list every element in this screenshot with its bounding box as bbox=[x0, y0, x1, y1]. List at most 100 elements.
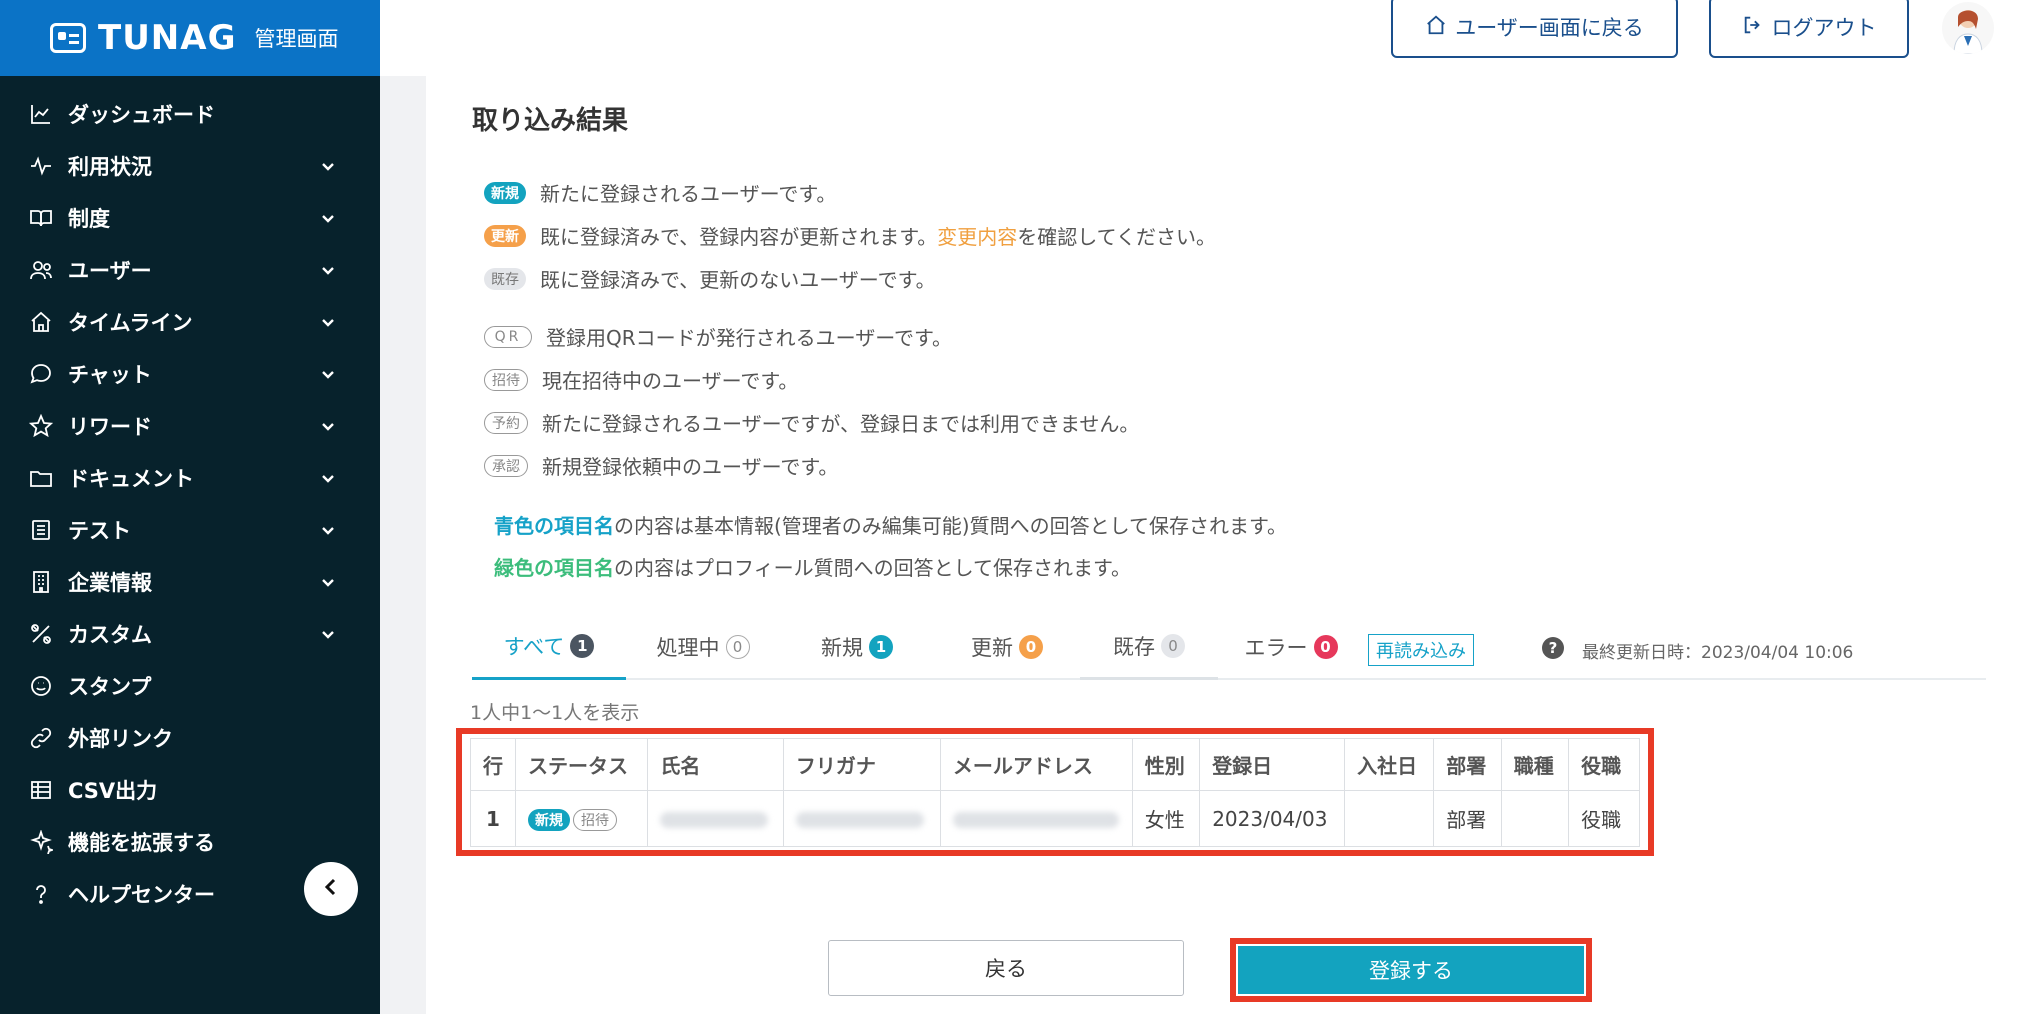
sidebar-item-timeline[interactable]: タイムライン bbox=[0, 296, 380, 348]
legend-new: 新規 新たに登録されるユーザーです。 bbox=[484, 178, 836, 207]
chevron-down-icon[interactable] bbox=[320, 418, 336, 434]
note-blue: 青色の項目名の内容は基本情報(管理者のみ編集可能)質問への回答として保存されます… bbox=[494, 514, 1288, 538]
legend-update: 更新 既に登録済みで、登録内容が更新されます。変更内容を確認してください。 bbox=[484, 221, 1216, 250]
registered-date-cell: 2023/04/03 bbox=[1199, 790, 1346, 847]
legend-text: 新たに登録されるユーザーですが、登録日までは利用できません。 bbox=[542, 412, 1140, 436]
status-badge-reserve: 予約 bbox=[484, 411, 528, 434]
table-row[interactable]: 1 新規 招待 女性 2023/04/03 部署 役職 bbox=[470, 790, 1640, 847]
sidebar-item-label: リワード bbox=[68, 415, 152, 439]
sidebar-item-external-link[interactable]: 外部リンク bbox=[0, 712, 380, 764]
import-result-panel: 取り込み結果 新規 新たに登録されるユーザーです。 更新 既に登録済みで、登録内… bbox=[426, 76, 2028, 1014]
sidebar-item-system[interactable]: 制度 bbox=[0, 192, 380, 244]
chevron-left-icon bbox=[321, 877, 341, 901]
sidebar-item-label: カスタム bbox=[68, 623, 152, 647]
collapse-sidebar-button[interactable] bbox=[304, 862, 358, 916]
sidebar-item-label: タイムライン bbox=[68, 311, 193, 335]
user-screen-button[interactable]: ユーザー画面に戻る bbox=[1391, 0, 1678, 58]
chevron-down-icon[interactable] bbox=[320, 574, 336, 590]
legend-text: 新規登録依頼中のユーザーです。 bbox=[542, 455, 839, 479]
sidebar-item-dashboard[interactable]: ダッシュボード bbox=[0, 88, 380, 140]
help-icon[interactable]: ? bbox=[1542, 637, 1564, 659]
sidebar-item-company[interactable]: 企業情報 bbox=[0, 556, 380, 608]
sidebar-item-extend[interactable]: 機能を拡張する bbox=[0, 816, 380, 868]
chevron-down-icon[interactable] bbox=[320, 522, 336, 538]
building-icon bbox=[28, 569, 54, 595]
status-badge-new: 新規 bbox=[484, 181, 526, 204]
tab-all[interactable]: すべて 1 bbox=[472, 614, 626, 680]
chevron-down-icon[interactable] bbox=[320, 626, 336, 642]
tab-processing[interactable]: 処理中 0 bbox=[626, 614, 780, 680]
legend-existing: 既存 既に登録済みで、更新のないユーザーです。 bbox=[484, 264, 936, 293]
chevron-down-icon[interactable] bbox=[320, 314, 336, 330]
legend-text: 現在招待中のユーザーです。 bbox=[542, 369, 799, 393]
last-updated-text: 最終更新日時：2023/04/04 10:06 bbox=[1582, 643, 1854, 663]
chevron-down-icon[interactable] bbox=[320, 470, 336, 486]
sidebar-item-csv-export[interactable]: CSV出力 bbox=[0, 764, 380, 816]
sidebar-item-reward[interactable]: リワード bbox=[0, 400, 380, 452]
home-icon bbox=[1425, 14, 1447, 41]
tab-update[interactable]: 更新 0 bbox=[934, 614, 1080, 680]
tab-existing[interactable]: 既存 0 bbox=[1080, 614, 1218, 680]
legend-reserve: 予約 新たに登録されるユーザーですが、登録日までは利用できません。 bbox=[484, 408, 1139, 437]
tab-new[interactable]: 新規 1 bbox=[780, 614, 934, 680]
question-icon bbox=[28, 881, 54, 907]
folder-icon bbox=[28, 465, 54, 491]
chevron-down-icon[interactable] bbox=[320, 262, 336, 278]
sidebar-item-usage[interactable]: 利用状況 bbox=[0, 140, 380, 192]
tunag-logo-icon bbox=[50, 23, 86, 53]
legend-approve: 承認 新規登録依頼中のユーザーです。 bbox=[484, 451, 838, 480]
legend-text: 既に登録済みで、更新のないユーザーです。 bbox=[540, 268, 936, 292]
count-badge: 1 bbox=[869, 635, 893, 659]
sparkle-icon bbox=[28, 829, 54, 855]
sidebar-item-custom[interactable]: カスタム bbox=[0, 608, 380, 660]
sidebar-item-document[interactable]: ドキュメント bbox=[0, 452, 380, 504]
legend-qr: QR 登録用QRコードが発行されるユーザーです。 bbox=[484, 322, 952, 351]
logout-button[interactable]: ログアウト bbox=[1709, 0, 1909, 58]
sidebar-item-label: チャット bbox=[68, 363, 152, 387]
status-badge-new: 新規 bbox=[528, 809, 570, 831]
count-badge: 0 bbox=[1019, 635, 1043, 659]
column-header: メールアドレス bbox=[939, 738, 1133, 791]
column-header: 性別 bbox=[1131, 738, 1201, 791]
joined-date-cell bbox=[1344, 790, 1435, 847]
user-avatar-icon bbox=[1953, 10, 1983, 54]
table-icon bbox=[28, 777, 54, 803]
column-header: 部署 bbox=[1433, 738, 1502, 791]
chevron-down-icon[interactable] bbox=[320, 210, 336, 226]
register-button[interactable]: 登録する bbox=[1238, 946, 1584, 994]
sidebar-item-test[interactable]: テスト bbox=[0, 504, 380, 556]
avatar[interactable] bbox=[1942, 2, 1994, 54]
sidebar-item-users[interactable]: ユーザー bbox=[0, 244, 380, 296]
sidebar-item-label: CSV出力 bbox=[68, 779, 158, 803]
column-header: 氏名 bbox=[647, 738, 784, 791]
sidebar-item-label: ダッシュボード bbox=[68, 103, 215, 127]
chevron-down-icon[interactable] bbox=[320, 366, 336, 382]
changes-link[interactable]: 変更内容 bbox=[937, 225, 1017, 249]
status-cell: 新規 招待 bbox=[514, 790, 649, 847]
kana-cell bbox=[782, 790, 941, 847]
chat-bubble-icon bbox=[28, 361, 54, 387]
chevron-down-icon[interactable] bbox=[320, 158, 336, 174]
column-header: 入社日 bbox=[1344, 738, 1435, 791]
page-title: 取り込み結果 bbox=[472, 106, 629, 136]
link-icon bbox=[28, 725, 54, 751]
sidebar-item-chat[interactable]: チャット bbox=[0, 348, 380, 400]
reload-button[interactable]: 再読み込み bbox=[1368, 634, 1474, 666]
users-icon bbox=[28, 257, 54, 283]
checklist-icon bbox=[28, 517, 54, 543]
count-badge: 0 bbox=[1161, 633, 1185, 658]
sidebar-item-stamp[interactable]: スタンプ bbox=[0, 660, 380, 712]
job-type-cell bbox=[1500, 790, 1570, 847]
brand-name: TUNAG bbox=[98, 18, 237, 58]
column-header: フリガナ bbox=[782, 738, 941, 791]
back-button[interactable]: 戻る bbox=[828, 940, 1184, 996]
status-badge-approve: 承認 bbox=[484, 454, 528, 477]
table-header-row: 行 ステータス 氏名 フリガナ メールアドレス 性別 登録日 入社日 部署 職種… bbox=[470, 738, 1640, 791]
tab-error[interactable]: エラー 0 bbox=[1218, 614, 1364, 680]
status-badge-qr: QR bbox=[484, 325, 532, 348]
name-cell bbox=[647, 790, 784, 847]
chart-line-icon bbox=[28, 101, 54, 127]
sidebar-item-label: 利用状況 bbox=[68, 155, 152, 179]
email-cell bbox=[939, 790, 1133, 847]
brand-header[interactable]: TUNAG 管理画面 bbox=[0, 0, 380, 76]
